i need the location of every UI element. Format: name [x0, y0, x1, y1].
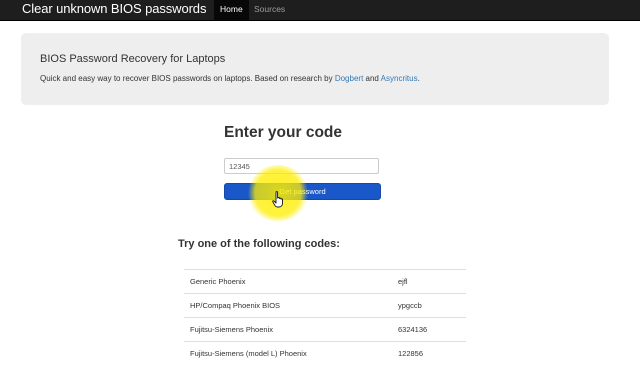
navbar-brand[interactable]: Clear unknown BIOS passwords — [22, 0, 206, 19]
dogbert-link[interactable]: Dogbert — [335, 74, 363, 83]
intro-text-prefix: Quick and easy way to recover BIOS passw… — [40, 74, 333, 83]
asyncritus-link[interactable]: Asyncritus — [381, 74, 418, 83]
nav-home[interactable]: Home — [214, 0, 249, 20]
table-row: Generic Phoenix ejfl — [184, 270, 466, 294]
table-row: Fujitsu-Siemens (model L) Phoenix 122856 — [184, 342, 466, 365]
intro-title: BIOS Password Recovery for Laptops — [40, 53, 225, 65]
code-input[interactable] — [224, 158, 379, 174]
code-cell: 6324136 — [392, 318, 466, 342]
intro-panel: BIOS Password Recovery for Laptops Quick… — [21, 33, 609, 105]
enter-code-heading: Enter your code — [224, 124, 342, 142]
intro-text: Quick and easy way to recover BIOS passw… — [40, 74, 420, 83]
example-codes-table: Generic Phoenix ejfl HP/Compaq Phoenix B… — [184, 269, 466, 365]
model-cell: Generic Phoenix — [184, 270, 392, 294]
code-cell: 122856 — [392, 342, 466, 365]
get-password-button[interactable]: Get password — [224, 183, 381, 200]
model-cell: HP/Compaq Phoenix BIOS — [184, 294, 392, 318]
nav-sources[interactable]: Sources — [248, 0, 291, 20]
table-row: HP/Compaq Phoenix BIOS ypgccb — [184, 294, 466, 318]
navbar: Clear unknown BIOS passwords Home Source… — [0, 0, 640, 21]
try-codes-heading: Try one of the following codes: — [178, 238, 340, 250]
table-row: Fujitsu-Siemens Phoenix 6324136 — [184, 318, 466, 342]
intro-text-suffix: . — [418, 74, 420, 83]
code-cell: ypgccb — [392, 294, 466, 318]
model-cell: Fujitsu-Siemens Phoenix — [184, 318, 392, 342]
model-cell: Fujitsu-Siemens (model L) Phoenix — [184, 342, 392, 365]
intro-text-and: and — [366, 74, 379, 83]
code-cell: ejfl — [392, 270, 466, 294]
